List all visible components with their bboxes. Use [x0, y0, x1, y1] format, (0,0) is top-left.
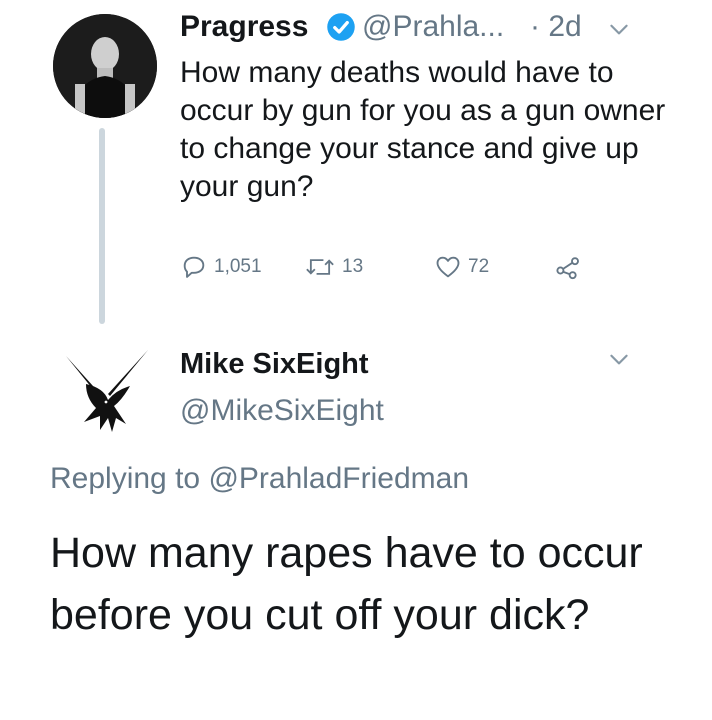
tweet-text: How many rapes have to occur before you …: [50, 529, 643, 639]
handle[interactable]: @MikeSixEight: [180, 394, 384, 428]
heart-icon: [436, 256, 460, 278]
verified-badge-icon: [327, 13, 355, 41]
replying-to: Replying to @PrahladFriedman: [50, 462, 469, 496]
retweet-icon: [306, 259, 334, 275]
replying-prefix: Replying to: [50, 462, 209, 495]
display-name[interactable]: Mike SixEight: [180, 348, 369, 381]
profile-photo: [53, 14, 157, 118]
retweet-button[interactable]: 13: [304, 252, 363, 282]
like-button[interactable]: 72: [434, 252, 489, 282]
share-button[interactable]: [554, 252, 582, 282]
crow-avatar-icon: [66, 350, 148, 432]
display-name[interactable]: Pragress: [180, 10, 308, 44]
avatar[interactable]: [53, 14, 157, 118]
retweet-count: 13: [342, 256, 364, 277]
chevron-down-icon[interactable]: [606, 346, 632, 372]
like-count: 72: [468, 256, 490, 277]
thread-line: [99, 128, 105, 324]
tweet-text: How many deaths would have to occur by g…: [180, 56, 666, 203]
chevron-down-icon[interactable]: [606, 16, 632, 42]
handle[interactable]: @Prahla...: [362, 10, 504, 44]
avatar[interactable]: [56, 340, 156, 440]
mention-link[interactable]: @PrahladFriedman: [208, 462, 469, 495]
reply-count: 1,051: [214, 256, 262, 277]
reply-button[interactable]: 1,051: [180, 252, 262, 282]
timestamp[interactable]: · 2d: [530, 10, 582, 44]
reply-icon: [183, 256, 205, 278]
share-icon: [556, 257, 579, 280]
